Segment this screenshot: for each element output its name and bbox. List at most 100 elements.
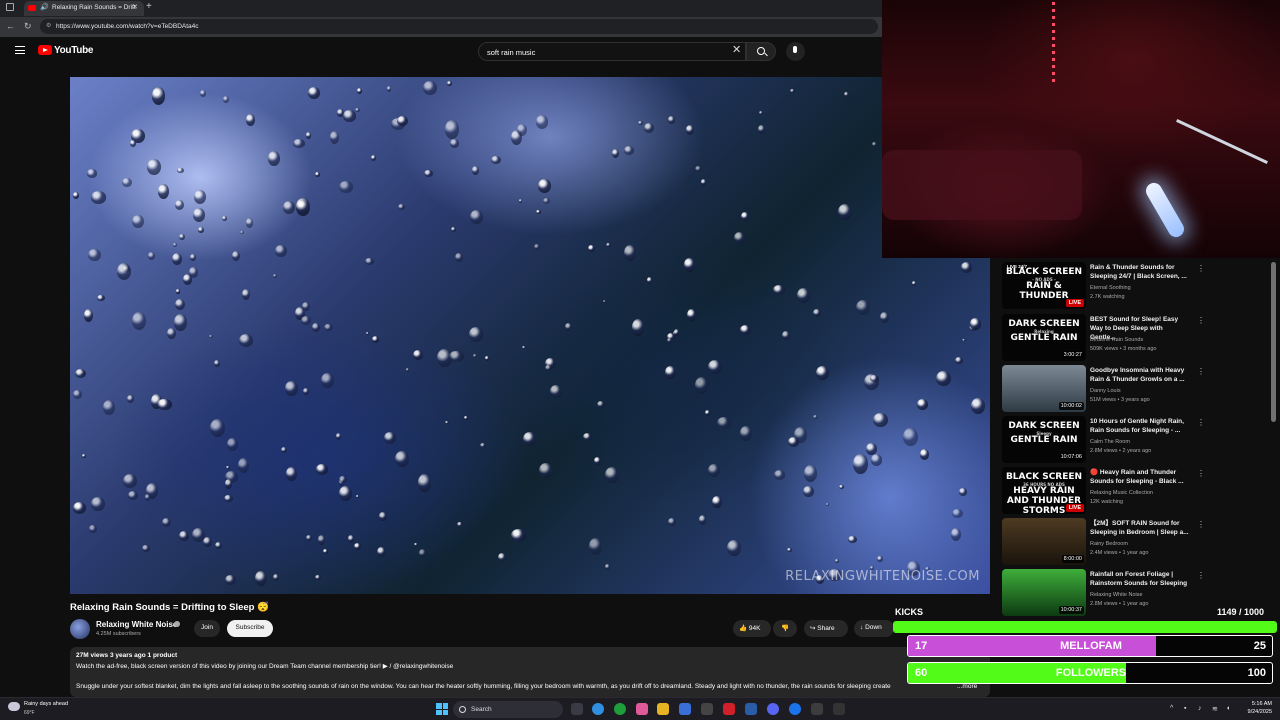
- mic-tray-icon[interactable]: ♪: [1198, 705, 1202, 712]
- channel-avatar[interactable]: [70, 619, 90, 639]
- recommendation-title[interactable]: Goodbye Insomnia with Heavy Rain & Thund…: [1090, 367, 1190, 385]
- raindrop: [73, 389, 83, 400]
- recommendation-title[interactable]: 10 Hours of Gentle Night Rain, Rain Soun…: [1090, 418, 1190, 436]
- raindrop: [189, 253, 196, 262]
- tray-chevron-icon[interactable]: ^: [1170, 705, 1173, 712]
- raindrop: [588, 538, 602, 555]
- address-bar[interactable]: ⚙ https://www.youtube.com/watch?v=eTeDBD…: [40, 19, 878, 34]
- more-actions-icon[interactable]: ⋮: [1197, 264, 1205, 273]
- steam-icon[interactable]: [745, 703, 757, 715]
- system-clock[interactable]: 5:16 AM 9/24/2025: [1240, 701, 1272, 715]
- weather-text[interactable]: Rainy days ahead: [24, 701, 68, 707]
- photos-icon[interactable]: [636, 703, 648, 715]
- obs-icon[interactable]: [833, 703, 845, 715]
- raindrop: [787, 547, 792, 552]
- video-player[interactable]: RELAXINGWHITENOISE.COM: [70, 77, 990, 594]
- video-thumbnail[interactable]: 10:00:02: [1002, 365, 1086, 412]
- like-button[interactable]: 👍 94K: [733, 620, 771, 637]
- dislike-button[interactable]: 👎: [773, 620, 797, 637]
- recommendation-title[interactable]: 🔴 Heavy Rain and Thunder Sounds for Slee…: [1090, 469, 1190, 487]
- more-actions-icon[interactable]: ⋮: [1197, 367, 1205, 376]
- channel-name[interactable]: Relaxing White Noise: [96, 620, 177, 629]
- volume-icon[interactable]: ◖: [1226, 705, 1230, 712]
- video-thumbnail[interactable]: 8:00:00: [1002, 518, 1086, 565]
- recommendation-channel[interactable]: Relaxing Music Collection: [1090, 490, 1190, 496]
- youtube-logo-text[interactable]: YouTube: [54, 45, 94, 56]
- weather-temp[interactable]: 69°F: [24, 710, 35, 716]
- video-thumbnail[interactable]: 10:00:37: [1002, 569, 1086, 616]
- recommendation-item[interactable]: DARK SCREEN Relaxing GENTLE RAIN 3:00:27 BES…: [1002, 314, 1272, 362]
- sidebar-scrollbar[interactable]: [1271, 262, 1276, 422]
- raindrop: [73, 191, 80, 200]
- raindrop: [175, 200, 184, 211]
- new-tab-icon[interactable]: +: [146, 1, 152, 12]
- raindrop: [804, 464, 818, 483]
- more-actions-icon[interactable]: ⋮: [1197, 418, 1205, 427]
- app-red-icon[interactable]: [723, 703, 735, 715]
- chrome-icon[interactable]: [789, 703, 801, 715]
- weather-cloud-icon[interactable]: [8, 702, 20, 711]
- video-thumbnail[interactable]: BLACK SCREEN 36 HOURS NO ADS HEAVY RAIN AN…: [1002, 467, 1086, 514]
- recommendation-title[interactable]: Rain & Thunder Sounds for Sleeping 24/7 …: [1090, 264, 1190, 282]
- recommendation-title[interactable]: Rainfall on Forest Foliage | Rainstorm S…: [1090, 571, 1190, 589]
- raindrop: [871, 454, 883, 466]
- tab-actions-icon[interactable]: [6, 3, 14, 11]
- amazon-icon[interactable]: [701, 703, 713, 715]
- video-thumbnail[interactable]: DARK SCREEN Relaxing GENTLE RAIN 3:00:27: [1002, 314, 1086, 361]
- back-icon[interactable]: ←: [6, 21, 15, 31]
- share-button[interactable]: ↪ Share: [804, 620, 848, 637]
- recommendation-item[interactable]: DARK SCREEN Sleepy GENTLE RAIN 10:07:06 10 H…: [1002, 416, 1272, 464]
- search-button[interactable]: [746, 42, 776, 61]
- windows-taskbar: Rainy days ahead 69°F Search ^ ▪ ♪ ≋ ◖ 5…: [0, 697, 1280, 720]
- more-actions-icon[interactable]: ⋮: [1197, 469, 1205, 478]
- recommendation-channel[interactable]: Eternal Soothing: [1090, 285, 1190, 291]
- subscribe-button[interactable]: Subscribe: [227, 620, 273, 637]
- discord-icon[interactable]: [767, 703, 779, 715]
- recommendation-channel[interactable]: Danny Louis: [1090, 388, 1190, 394]
- join-button[interactable]: Join: [194, 620, 220, 637]
- start-icon[interactable]: [436, 703, 448, 715]
- video-thumbnail[interactable]: BLACK SCREEN - NO ADS - RAIN & THUNDER LIVE…: [1002, 262, 1086, 309]
- recommendation-item[interactable]: 10:00:02 Goodbye Insomnia with Heavy Rain…: [1002, 365, 1272, 413]
- recommendation-channel[interactable]: Bedtime Rain Sounds: [1090, 337, 1190, 343]
- recommendation-channel[interactable]: Rainy Bedroom: [1090, 541, 1190, 547]
- recommendation-item[interactable]: BLACK SCREEN - NO ADS - RAIN & THUNDER LIVE…: [1002, 262, 1272, 310]
- tray-app-icon[interactable]: ▪: [1184, 705, 1186, 712]
- like-icon: 👍: [739, 625, 748, 632]
- edge-icon[interactable]: [592, 703, 604, 715]
- store-icon[interactable]: [679, 703, 691, 715]
- tab-close-icon[interactable]: ✕: [132, 3, 138, 11]
- show-more-link[interactable]: ...more: [957, 683, 977, 690]
- file-explorer-icon[interactable]: [657, 703, 669, 715]
- taskbar-search[interactable]: Search: [453, 701, 563, 718]
- recommendation-item[interactable]: BLACK SCREEN 36 HOURS NO ADS HEAVY RAIN AN…: [1002, 467, 1272, 515]
- more-actions-icon[interactable]: ⋮: [1197, 571, 1205, 580]
- raindrop: [72, 502, 87, 515]
- menu-icon[interactable]: [15, 46, 25, 54]
- reload-icon[interactable]: ↻: [24, 21, 32, 32]
- followers-goal-bar: 60 FOLLOWERS 100: [907, 662, 1273, 684]
- app-dark-icon[interactable]: [811, 703, 823, 715]
- raindrop: [450, 227, 457, 233]
- recommendation-channel[interactable]: Calm The Room: [1090, 439, 1190, 445]
- voice-search-button[interactable]: [786, 42, 805, 61]
- site-info-icon[interactable]: ⚙: [46, 22, 51, 29]
- raindrop: [142, 544, 150, 553]
- recommendation-item[interactable]: 8:00:00 【2M】SOFT RAIN Sound for Sleeping …: [1002, 518, 1272, 566]
- raindrop: [305, 535, 312, 541]
- xbox-icon[interactable]: [614, 703, 626, 715]
- video-thumbnail[interactable]: DARK SCREEN Sleepy GENTLE RAIN 10:07:06: [1002, 416, 1086, 463]
- raindrop: [209, 334, 214, 339]
- recommendation-title[interactable]: 【2M】SOFT RAIN Sound for Sleeping in Bedr…: [1090, 520, 1190, 538]
- download-button[interactable]: ↓ Down: [854, 620, 894, 637]
- recommendation-channel[interactable]: Relaxing White Noise: [1090, 592, 1190, 598]
- speaker-icon[interactable]: 🔊: [40, 3, 49, 11]
- youtube-logo-icon[interactable]: [38, 45, 52, 55]
- search-input[interactable]: soft rain music: [478, 42, 746, 61]
- task-view-icon[interactable]: [571, 703, 583, 715]
- network-icon[interactable]: ≋: [1212, 705, 1218, 713]
- browser-tab[interactable]: 🔊 Relaxing Rain Sounds = Drift ✕: [24, 1, 144, 16]
- more-actions-icon[interactable]: ⋮: [1197, 520, 1205, 529]
- clear-search-icon[interactable]: ✕: [732, 43, 741, 56]
- more-actions-icon[interactable]: ⋮: [1197, 316, 1205, 325]
